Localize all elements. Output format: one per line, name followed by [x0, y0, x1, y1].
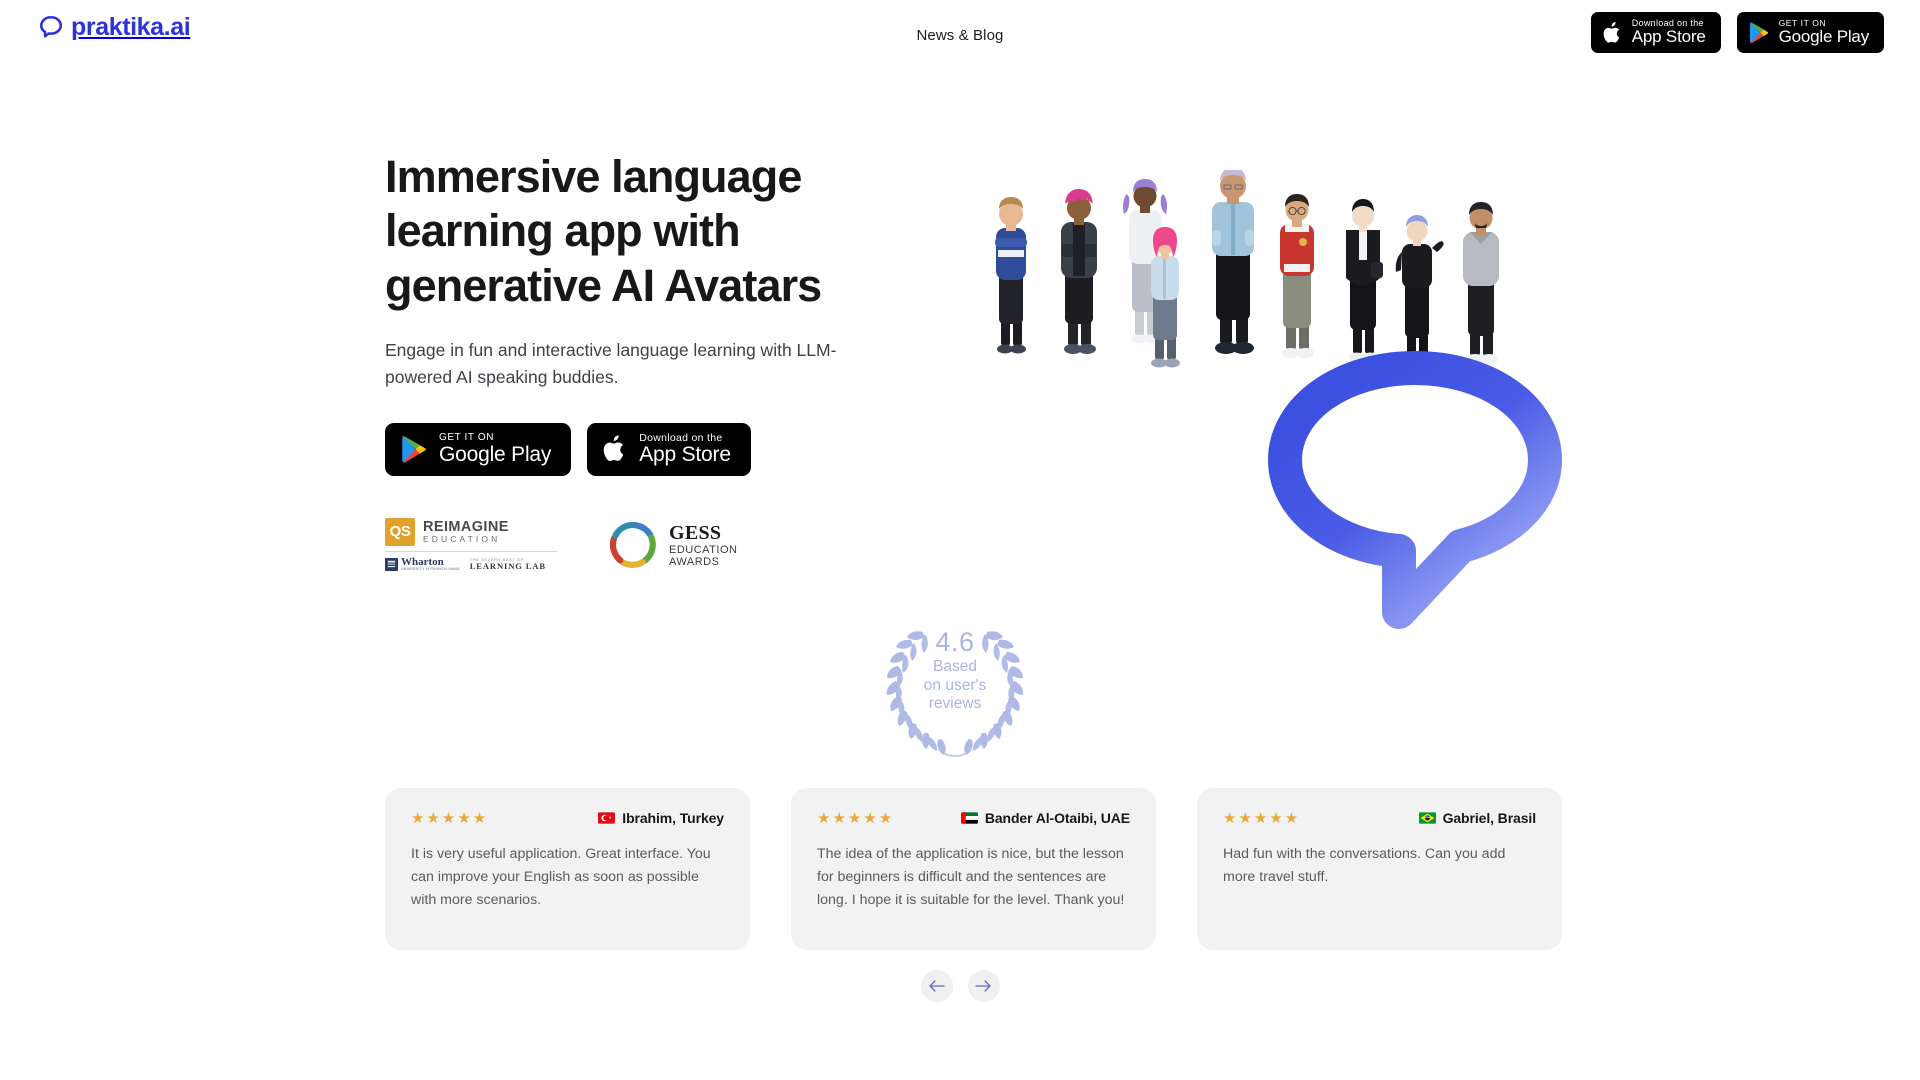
hero-app-store-label: Download on the App Store: [639, 432, 731, 466]
gess-line1: GESS: [669, 521, 722, 544]
gess-line3: AWARDS: [669, 555, 720, 568]
testimonial-author-name: Bander Al-Otaibi, UAE: [984, 810, 1130, 826]
speech-bubble-graphic: [1268, 351, 1562, 629]
carousel-prev-button[interactable]: [920, 970, 953, 1002]
testimonial-author: Bander Al-Otaibi, UAE: [960, 810, 1130, 826]
apple-icon: [603, 435, 624, 462]
gess-wordmark: GESS EDUCATION AWARDS: [669, 522, 737, 568]
header-google-play-label: GET IT ON Google Play: [1778, 19, 1870, 47]
testimonial-author: Gabriel, Brasil: [1418, 810, 1537, 826]
star-rating: ★★★★★: [1223, 809, 1301, 827]
gess-ring-icon: [609, 521, 656, 568]
testimonial-card: ★★★★★ Gabriel, Brasil Had fun with the c…: [1197, 788, 1562, 950]
carousel-next-button[interactable]: [967, 970, 1000, 1002]
testimonial-text: Had fun with the conversations. Can you …: [1223, 846, 1506, 885]
hero-google-play-large-label: Google Play: [439, 442, 552, 466]
rating-line-1: Based: [933, 658, 977, 676]
testimonial-author-name: Gabriel, Brasil: [1442, 810, 1537, 826]
rating-line-3: reviews: [928, 695, 982, 712]
testimonial-card: ★★★★★ Bander Al-Otaibi, UAE The idea of …: [791, 788, 1156, 950]
testimonial-author: Ibrahim, Turkey: [598, 810, 724, 826]
testimonial-carousel-nav: [0, 970, 1920, 1002]
gess-line2: EDUCATION: [669, 543, 738, 556]
header-app-store-label: Download on the App Store: [1631, 18, 1706, 47]
hero-google-play-small-label: GET IT ON: [439, 432, 495, 444]
landing-page: praktika.ai News & Blog Download on the …: [0, 0, 1920, 1080]
testimonial-header: ★★★★★ Bander Al-Otaibi, UAE: [817, 810, 1130, 826]
qs-line2: EDUCATION: [423, 534, 501, 545]
brazil-flag-icon: [1418, 812, 1436, 824]
nav-item-news-blog[interactable]: News & Blog: [917, 27, 1004, 44]
hero-google-play-label: GET IT ON Google Play: [439, 433, 551, 466]
star-rating: ★★★★★: [411, 809, 489, 827]
app-store-large-label: App Store: [1631, 27, 1706, 47]
header-app-store-button[interactable]: Download on the App Store: [1590, 12, 1721, 54]
turkey-flag-icon: [598, 812, 616, 824]
testimonial-text: It is very useful application. Great int…: [411, 846, 711, 908]
testimonial-header: ★★★★★ Ibrahim, Turkey: [411, 810, 724, 826]
hero-title: Immersive language learning app with gen…: [385, 151, 822, 311]
wharton-subtitle: UNIVERSITY of PENNSYLVANIA: [401, 566, 460, 571]
rating-badge: 4.6 Based on user's reviews: [881, 612, 1029, 757]
hero-google-play-button[interactable]: GET IT ON Google Play: [385, 422, 572, 476]
award-badges: QS REIMAGINE EDUCATION Wharton UNIVERSIT…: [385, 517, 905, 572]
google-play-icon: [402, 435, 426, 463]
rating-line-2: on user's: [923, 676, 987, 694]
qs-mark: QS: [385, 517, 415, 546]
hero-content: Immersive language learning app with gen…: [385, 150, 905, 571]
testimonial-header: ★★★★★ Gabriel, Brasil: [1223, 810, 1536, 826]
wharton-crest-icon: [385, 557, 398, 571]
wharton-logo: Wharton UNIVERSITY of PENNSYLVANIA: [385, 556, 460, 572]
qs-badge-top: QS REIMAGINE EDUCATION: [385, 517, 557, 546]
star-rating: ★★★★★: [817, 809, 895, 827]
hero-app-store-button[interactable]: Download on the App Store: [587, 422, 751, 476]
uae-flag-icon: [960, 812, 978, 824]
testimonial-text: The idea of the application is nice, but…: [817, 846, 1125, 908]
learning-lab-logo: THE SEVERN BEST OF LEARNING LAB: [470, 558, 546, 572]
arrow-left-icon: [929, 980, 945, 992]
site-header: praktika.ai News & Blog Download on the …: [0, 0, 1920, 70]
rating-text: 4.6 Based on user's reviews: [881, 626, 1029, 713]
arrow-right-icon: [975, 980, 991, 992]
google-play-icon: [1749, 22, 1768, 44]
testimonial-author-name: Ibrahim, Turkey: [622, 810, 724, 826]
testimonial-card: ★★★★★ Ibrahim, Turkey It is very useful …: [385, 788, 750, 950]
google-play-large-label: Google Play: [1778, 27, 1870, 47]
qs-wordmark: REIMAGINE EDUCATION: [423, 519, 509, 545]
gess-education-awards-badge: GESS EDUCATION AWARDS: [607, 519, 737, 571]
learning-lab-name: LEARNING LAB: [469, 561, 546, 572]
header-store-badges: Download on the App Store GET IT ON Goog…: [1590, 12, 1884, 54]
wharton-text: Wharton UNIVERSITY of PENNSYLVANIA: [401, 556, 460, 572]
qs-line1: REIMAGINE: [423, 519, 509, 535]
hero-subtitle: Engage in fun and interactive language l…: [385, 340, 837, 387]
apple-icon: [1603, 21, 1619, 43]
rating-score: 4.6: [935, 627, 975, 657]
qs-reimagine-education-badge: QS REIMAGINE EDUCATION Wharton UNIVERSIT…: [385, 517, 557, 572]
qs-badge-partners: Wharton UNIVERSITY of PENNSYLVANIA THE S…: [385, 550, 557, 572]
hero-artwork: [975, 170, 1595, 640]
hero-store-buttons: GET IT ON Google Play Download on the Ap…: [385, 422, 905, 476]
hero-app-store-large-label: App Store: [639, 442, 731, 466]
header-google-play-button[interactable]: GET IT ON Google Play: [1736, 12, 1884, 54]
testimonial-cards: ★★★★★ Ibrahim, Turkey It is very useful …: [385, 788, 1562, 950]
